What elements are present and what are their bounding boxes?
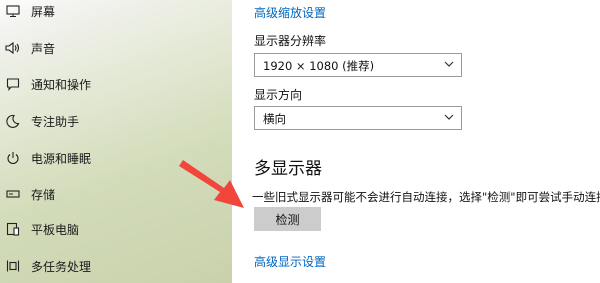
sidebar-item-focus-assist[interactable]: 专注助手 [0,107,232,135]
resolution-value: 1920 × 1080 (推荐) [263,59,375,73]
sidebar-item-multitasking[interactable]: 多任务处理 [0,252,232,280]
sidebar-item-label: 电源和睡眠 [31,151,92,166]
sidebar-item-label: 存储 [31,187,56,202]
multi-display-description: 一些旧式显示器可能不会进行自动连接，选择"检测"即可尝试手动连接。 [252,190,600,204]
sidebar-item-label: 多任务处理 [31,259,92,274]
resolution-dropdown[interactable]: 1920 × 1080 (推荐) [254,53,462,77]
multitasking-icon [5,258,21,274]
sidebar-item-sound[interactable]: 声音 [0,34,232,62]
detect-button[interactable]: 检测 [254,207,321,231]
chevron-down-icon [444,61,454,67]
sidebar-item-storage[interactable]: 存储 [0,180,232,208]
advanced-display-link[interactable]: 高级显示设置 [254,253,326,270]
advanced-scaling-link[interactable]: 高级缩放设置 [254,4,326,21]
power-icon [5,150,21,166]
settings-sidebar: 屏幕 声音 通知和操作 专注助手 电源和睡眠 存储 平板电脑 多任务处理 [0,0,232,283]
sidebar-item-label: 通知和操作 [31,77,92,92]
notification-icon [5,76,21,92]
orientation-dropdown[interactable]: 横向 [254,106,462,130]
sidebar-item-label: 平板电脑 [31,222,80,237]
sidebar-item-label: 屏幕 [31,4,56,19]
sidebar-item-display[interactable]: 屏幕 [0,0,232,25]
sidebar-item-tablet[interactable]: 平板电脑 [0,215,232,243]
speaker-icon [5,40,21,56]
resolution-label: 显示器分辨率 [254,34,327,48]
display-icon [5,3,21,19]
display-settings-panel: 高级缩放设置 显示器分辨率 1920 × 1080 (推荐) 显示方向 横向 多… [232,0,600,283]
orientation-label: 显示方向 [254,88,303,102]
chevron-down-icon [444,114,454,120]
multi-display-heading: 多显示器 [254,159,322,179]
sidebar-item-label: 声音 [31,41,56,56]
moon-icon [5,113,21,129]
sidebar-item-notifications[interactable]: 通知和操作 [0,70,232,98]
orientation-value: 横向 [263,112,286,126]
sidebar-item-label: 专注助手 [31,114,80,129]
sidebar-item-power[interactable]: 电源和睡眠 [0,144,232,172]
storage-icon [5,186,21,202]
tablet-icon [5,221,21,237]
